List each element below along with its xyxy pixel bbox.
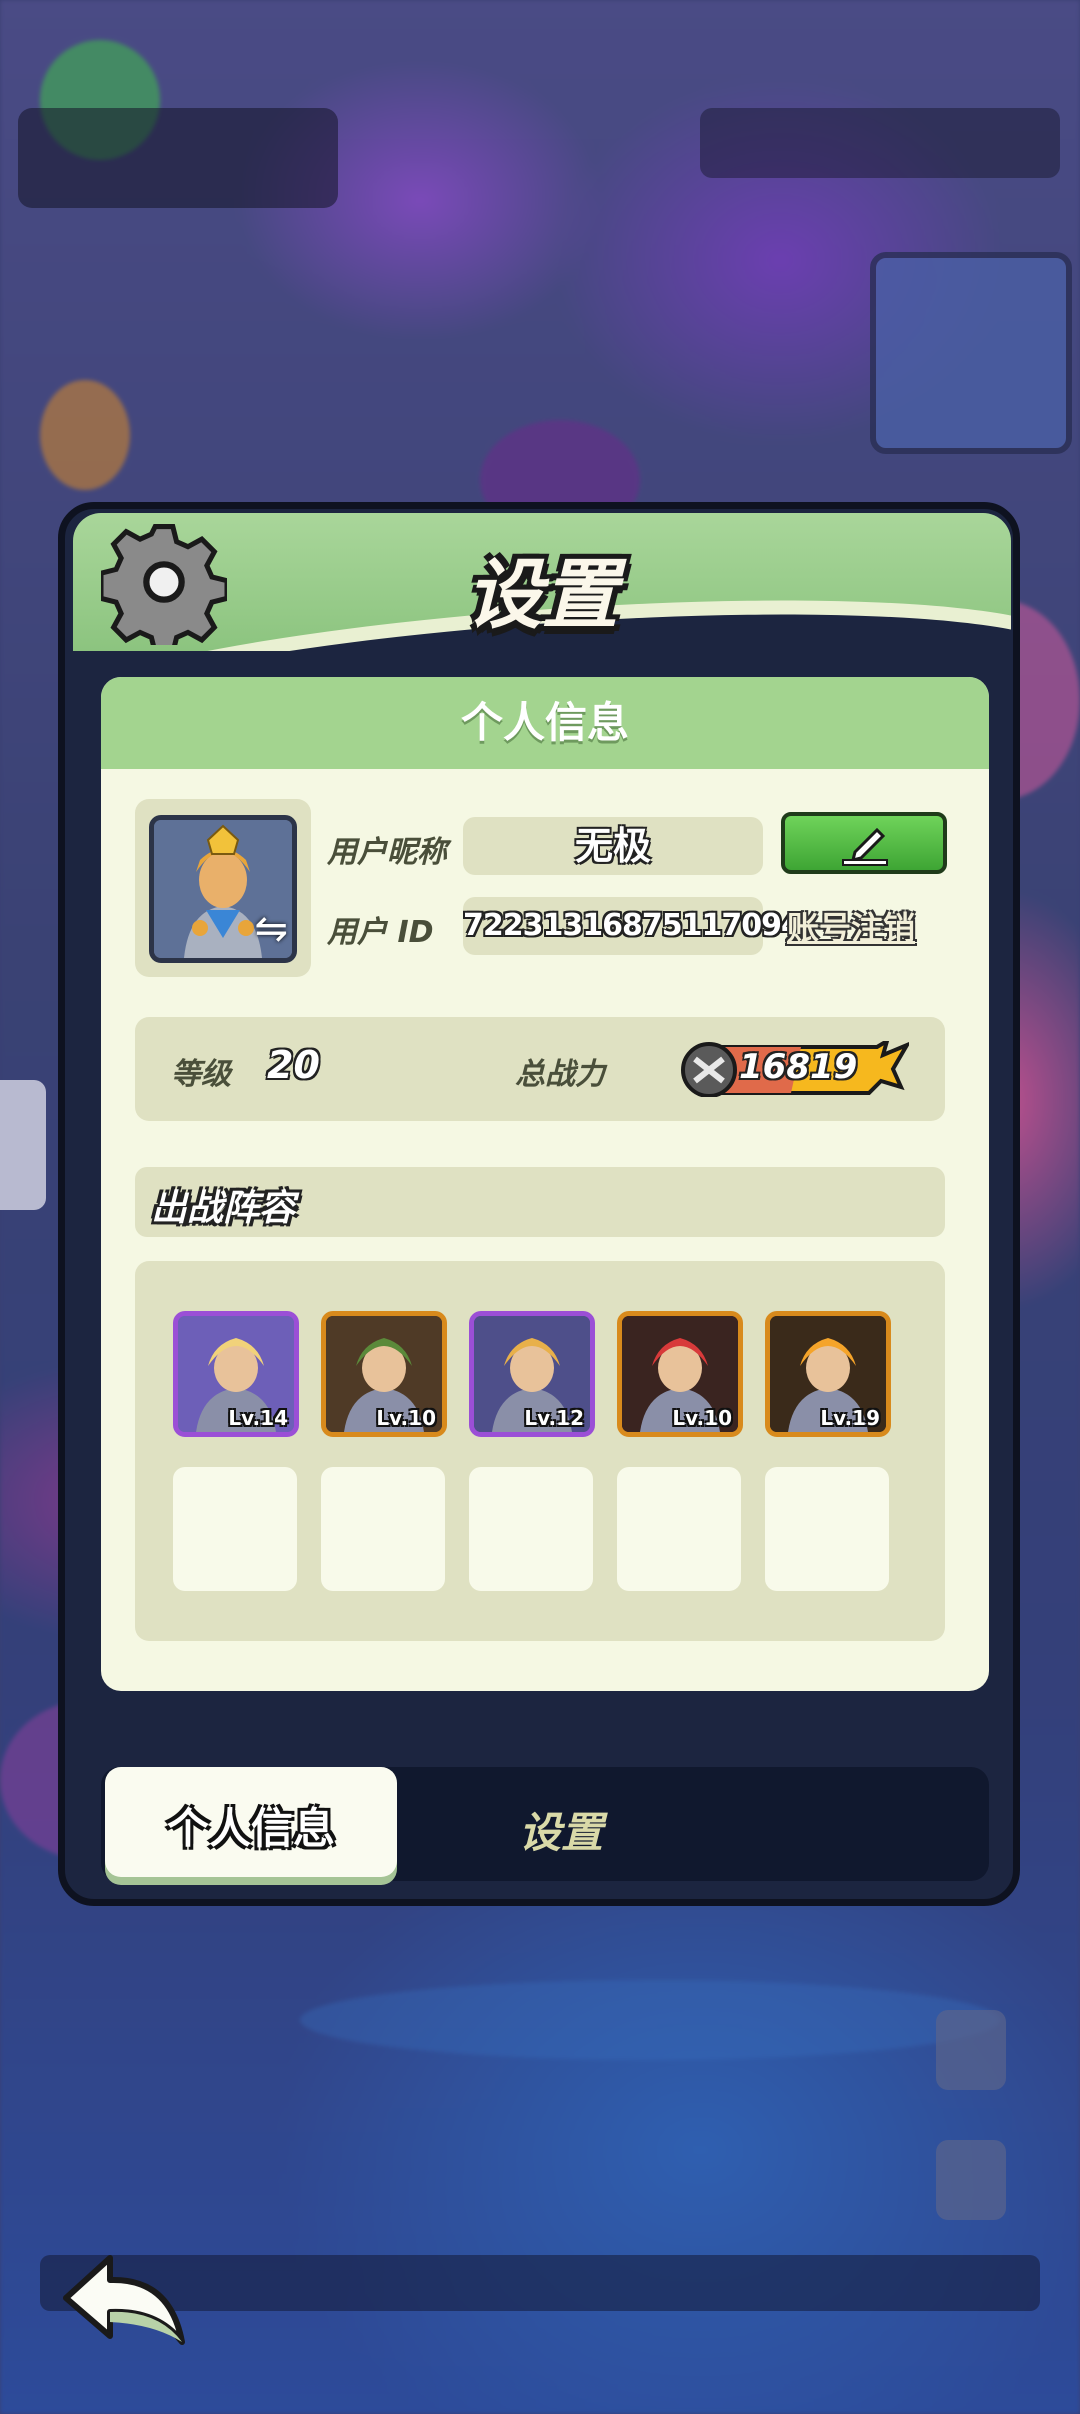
- hero-card[interactable]: Lv.14: [173, 1311, 299, 1437]
- tab-settings[interactable]: 设置: [461, 1767, 661, 1877]
- hero-level: Lv.14: [228, 1406, 288, 1430]
- side-shortcut-icon: [936, 2010, 1006, 2090]
- swap-avatar-icon[interactable]: ⇋: [254, 906, 288, 952]
- user-id-field: 72231316875117094: [463, 897, 802, 955]
- player-status-bar: [18, 108, 338, 208]
- lineup-title: 出战阵容: [151, 1188, 296, 1229]
- avatar-frame[interactable]: ⇋: [135, 799, 311, 977]
- empty-lineup-slot[interactable]: [765, 1467, 889, 1591]
- hero-card[interactable]: Lv.19: [765, 1311, 891, 1437]
- hero-card[interactable]: Lv.10: [321, 1311, 447, 1437]
- cancel-account-link[interactable]: 账号注销: [787, 903, 915, 949]
- minimap: [870, 252, 1072, 454]
- power-value: 16819: [739, 1047, 858, 1087]
- tab-settings-label: 设置: [518, 1808, 603, 1857]
- hero-level: Lv.10: [376, 1406, 436, 1430]
- hero-level: Lv.12: [524, 1406, 584, 1430]
- empty-lineup-slot[interactable]: [321, 1467, 445, 1591]
- dialog-title: 设置: [466, 550, 618, 639]
- dialog-header: 设置: [73, 513, 1011, 651]
- stats-row: 等级 20 总战力 16819: [135, 1017, 945, 1121]
- user-id-label: 用户 ID: [327, 915, 434, 950]
- profile-panel: 个人信息 ⇋ 用户昵称 无极 用户 ID 72231316875117094 账…: [101, 677, 989, 1691]
- hero-level: Lv.10: [672, 1406, 732, 1430]
- bottom-tabs: 个人信息 设置: [101, 1767, 989, 1881]
- lineup-grid: Lv.14 Lv.10 Lv.12 Lv.10 Lv.19: [135, 1261, 945, 1641]
- back-arrow-icon[interactable]: [58, 2250, 190, 2354]
- resource-bar: [700, 108, 1060, 178]
- hero-card[interactable]: Lv.10: [617, 1311, 743, 1437]
- power-label: 总战力: [515, 1057, 605, 1092]
- hero-card[interactable]: Lv.12: [469, 1311, 595, 1437]
- empty-lineup-slot[interactable]: [469, 1467, 593, 1591]
- empty-lineup-slot[interactable]: [617, 1467, 741, 1591]
- settings-dialog: 设置 个人信息 ⇋ 用户昵称 无极 用户 ID 7223131687511709…: [58, 502, 1020, 1906]
- power-badge: 16819: [681, 1036, 912, 1098]
- hero-level: Lv.19: [820, 1406, 880, 1430]
- empty-lineup-slot[interactable]: [173, 1467, 297, 1591]
- level-value: 20: [267, 1043, 320, 1087]
- lineup-header: 出战阵容: [135, 1167, 945, 1237]
- avatar[interactable]: ⇋: [149, 815, 297, 963]
- edit-nickname-button[interactable]: [781, 812, 947, 874]
- panel-title: 个人信息: [101, 677, 989, 769]
- level-label: 等级: [171, 1057, 231, 1092]
- chat-strip: [40, 2255, 1040, 2311]
- nickname-field: 无极: [463, 817, 763, 875]
- nickname-label: 用户昵称: [327, 835, 447, 870]
- tab-profile-label: 个人信息: [166, 1804, 335, 1853]
- side-panel-handle: [0, 1080, 46, 1210]
- tab-profile[interactable]: 个人信息: [105, 1767, 397, 1877]
- side-character-icon: [936, 2140, 1006, 2220]
- pencil-icon: [842, 827, 888, 866]
